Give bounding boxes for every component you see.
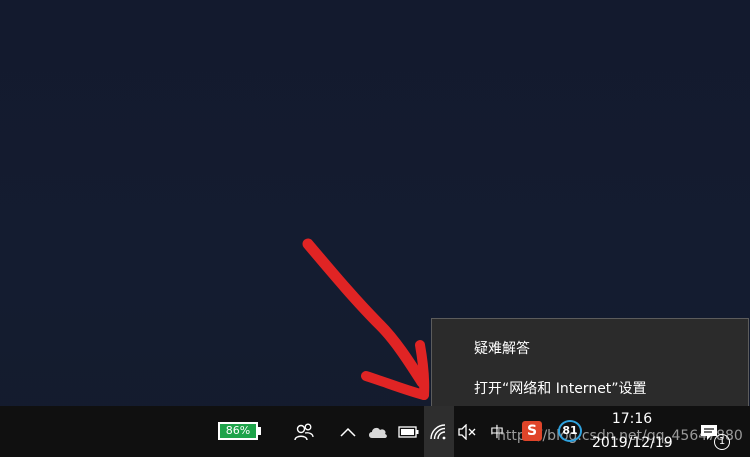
menu-item-troubleshoot[interactable]: 疑难解答	[474, 334, 530, 364]
volume-muted-icon[interactable]	[456, 406, 478, 457]
battery-nub	[258, 427, 261, 435]
clock-date: 2019/12/19	[592, 435, 673, 451]
people-icon[interactable]	[290, 406, 318, 457]
system-clock[interactable]: 17:16 2019/12/19	[592, 408, 673, 455]
security-badge-icon[interactable]: 81	[558, 420, 582, 442]
battery-icon[interactable]	[397, 406, 421, 457]
network-context-menu: 疑难解答 打开“网络和 Internet”设置	[431, 318, 749, 416]
taskbar: 86% 中 https://blog.csdn.net/qq_45647880 …	[0, 406, 750, 457]
menu-item-open-network-settings[interactable]: 打开“网络和 Internet”设置	[474, 374, 647, 404]
notification-count-badge: 1	[714, 434, 730, 450]
wifi-icon[interactable]	[427, 406, 451, 457]
onedrive-cloud-icon[interactable]	[366, 406, 390, 457]
battery-percent-badge[interactable]: 86%	[218, 422, 258, 440]
sogou-ime-icon[interactable]: S	[522, 421, 542, 441]
chevron-up-icon[interactable]	[338, 406, 358, 457]
clock-time: 17:16	[611, 411, 653, 427]
